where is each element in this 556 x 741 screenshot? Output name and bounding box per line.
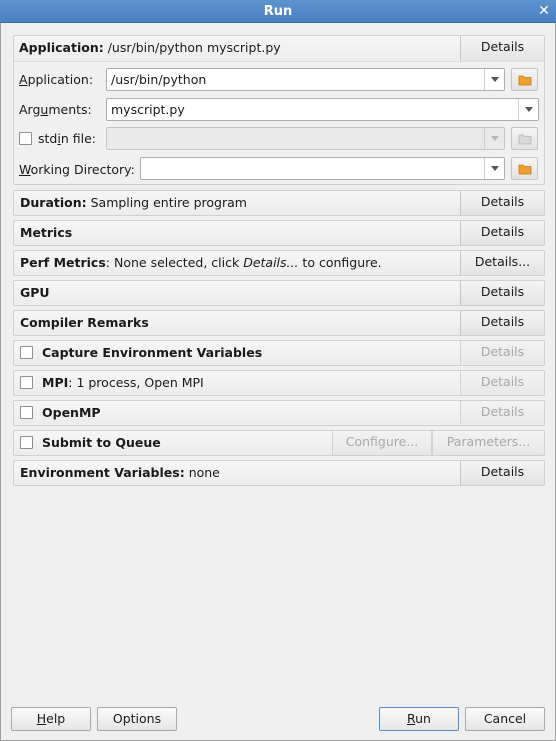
application-combo[interactable]: /usr/bin/python — [106, 68, 505, 91]
submit-queue-checkbox[interactable] — [20, 436, 33, 449]
run-label: un — [415, 711, 431, 726]
perf-metrics-summary: Perf Metrics: None selected, click Detai… — [20, 251, 382, 275]
capture-env-checkbox[interactable] — [20, 346, 33, 359]
metrics-heading: Metrics — [20, 225, 73, 240]
openmp-checkbox[interactable] — [20, 406, 33, 419]
metrics-details-button[interactable]: Details — [460, 221, 544, 245]
duration-heading: Duration: — [20, 195, 87, 210]
application-summary: Application: /usr/bin/python myscript.py — [19, 36, 281, 60]
help-label: elp — [46, 711, 66, 726]
openmp-details-button: Details — [460, 401, 544, 425]
mpi-checkbox[interactable] — [20, 376, 33, 389]
run-button[interactable]: Run — [379, 707, 459, 731]
configure-button: Configure... — [332, 431, 432, 455]
env-vars-details-button[interactable]: Details — [460, 461, 544, 485]
application-details-button[interactable]: Details — [460, 36, 544, 61]
arguments-label-text: ments: — [48, 102, 92, 117]
arguments-combo[interactable]: myscript.py — [106, 98, 539, 121]
application-value: /usr/bin/python — [111, 72, 207, 87]
application-label-text: pplication: — [27, 72, 94, 87]
application-heading: Application: — [19, 40, 104, 55]
arguments-label: Arguments: — [19, 102, 92, 118]
run-dialog: Application: /usr/bin/python myscript.py… — [0, 23, 556, 741]
working-directory-label-mnemonic: W — [19, 162, 31, 177]
mpi-heading: MPI — [42, 375, 69, 390]
env-vars-summary: Environment Variables: none — [20, 461, 220, 485]
chevron-down-icon[interactable] — [484, 158, 504, 179]
perf-metrics-heading: Perf Metrics — [20, 255, 106, 270]
stdin-combo — [106, 127, 505, 150]
duration-value: Sampling entire program — [86, 195, 247, 210]
title-bar: Run ✕ — [0, 0, 556, 23]
openmp-heading: OpenMP — [42, 405, 101, 420]
working-directory-browse-button[interactable] — [511, 157, 538, 180]
stdin-checkbox[interactable] — [19, 132, 32, 145]
perf-metrics-row: Perf Metrics: None selected, click Detai… — [13, 250, 545, 276]
stdin-browse-button — [511, 127, 538, 150]
arguments-label-pre: Arg — [19, 102, 41, 117]
parameters-button: Parameters... — [432, 431, 544, 455]
application-panel: Application: /usr/bin/python myscript.py… — [13, 35, 545, 185]
mpi-row: MPI: 1 process, Open MPI Details — [13, 370, 545, 396]
mpi-value: : 1 process, Open MPI — [68, 375, 204, 390]
capture-env-row: Capture Environment Variables Details — [13, 340, 545, 366]
chevron-down-icon[interactable] — [484, 69, 504, 90]
duration-row: Duration: Sampling entire program Detail… — [13, 190, 545, 216]
options-button[interactable]: Options — [97, 707, 177, 731]
chevron-down-icon[interactable] — [518, 99, 538, 120]
chevron-down-icon — [484, 128, 504, 149]
compiler-remarks-heading: Compiler Remarks — [20, 315, 149, 330]
working-directory-combo[interactable] — [140, 157, 505, 180]
stdin-label: stdin file: — [38, 131, 96, 147]
env-vars-heading: Environment Variables: — [20, 465, 185, 480]
application-header: Application: /usr/bin/python myscript.py… — [14, 36, 544, 62]
gpu-row: GPU Details — [13, 280, 545, 306]
arguments-value: myscript.py — [111, 102, 185, 117]
perf-metrics-text: : None selected, click — [105, 255, 244, 270]
application-browse-button[interactable] — [511, 68, 538, 91]
duration-details-button[interactable]: Details — [460, 191, 544, 215]
folder-icon — [518, 164, 532, 175]
capture-env-heading: Capture Environment Variables — [42, 345, 263, 360]
application-summary-value: /usr/bin/python myscript.py — [103, 40, 281, 55]
window-title: Run — [263, 3, 293, 19]
env-vars-row: Environment Variables: none Details — [13, 460, 545, 486]
openmp-row: OpenMP Details — [13, 400, 545, 426]
gpu-heading: GPU — [20, 285, 50, 300]
close-icon[interactable]: ✕ — [536, 3, 552, 19]
perf-metrics-text-italic: Details... — [243, 255, 299, 270]
help-mnemonic: H — [36, 711, 47, 726]
working-directory-label-text: orking Directory: — [30, 162, 135, 177]
submit-queue-row: Submit to Queue Configure... Parameters.… — [13, 430, 545, 456]
help-button[interactable]: Help — [11, 707, 91, 731]
submit-queue-heading: Submit to Queue — [42, 435, 161, 450]
application-label: Application: — [19, 72, 93, 88]
perf-metrics-text-end: to configure. — [298, 255, 382, 270]
gpu-details-button[interactable]: Details — [460, 281, 544, 305]
compiler-remarks-details-button[interactable]: Details — [460, 311, 544, 335]
cancel-button[interactable]: Cancel — [465, 707, 545, 731]
stdin-label-pre: std — [38, 131, 58, 146]
capture-env-details-button: Details — [460, 341, 544, 365]
stdin-label-text: n file: — [60, 131, 96, 146]
folder-icon — [518, 75, 532, 86]
duration-summary: Duration: Sampling entire program — [20, 191, 247, 215]
compiler-remarks-row: Compiler Remarks Details — [13, 310, 545, 336]
metrics-row: Metrics Details — [13, 220, 545, 246]
mpi-details-button: Details — [460, 371, 544, 395]
run-mnemonic: R — [407, 711, 416, 726]
perf-metrics-details-button[interactable]: Details... — [460, 251, 544, 275]
folder-icon — [518, 134, 532, 145]
working-directory-label: Working Directory: — [19, 162, 135, 178]
env-vars-value: none — [184, 465, 220, 480]
application-label-mnemonic: A — [19, 72, 28, 87]
mpi-summary: MPI: 1 process, Open MPI — [42, 371, 204, 395]
